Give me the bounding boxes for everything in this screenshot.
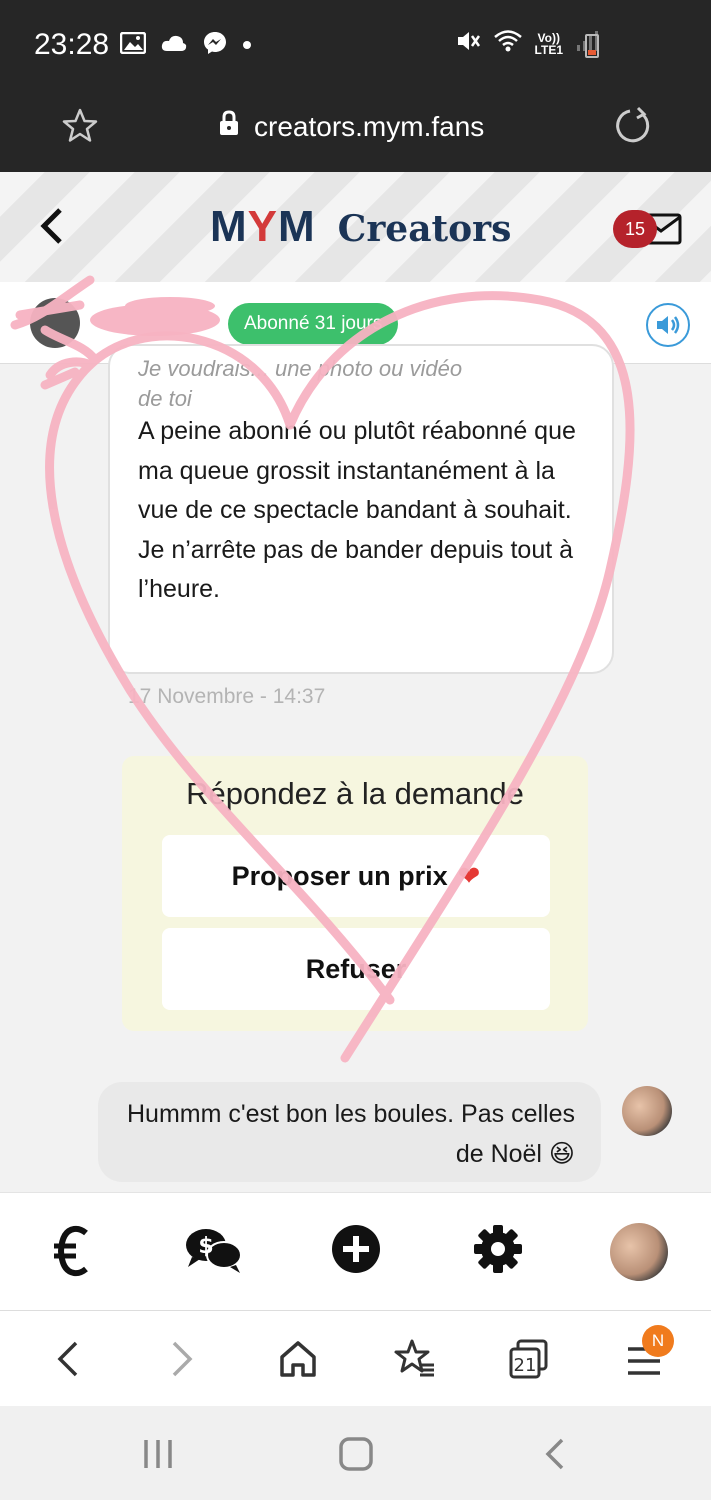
system-back-icon[interactable] <box>540 1434 570 1479</box>
sound-icon[interactable] <box>645 302 691 353</box>
incoming-message-bubble: Je voudrais... une photo ou vidéo de toi… <box>108 344 614 674</box>
logo-creators: Creators <box>337 208 512 250</box>
tabs-count: 21 <box>514 1355 537 1376</box>
creator-avatar <box>622 1086 672 1136</box>
subscription-status-pill: Abonné 31 jours <box>228 303 399 345</box>
refuse-button[interactable]: Refuser <box>162 928 550 1010</box>
browser-forward-icon[interactable] <box>168 1337 198 1386</box>
tabs-icon[interactable]: 21 <box>508 1337 550 1386</box>
back-arrow-icon[interactable] <box>36 206 66 251</box>
chat-area[interactable]: Je voudrais... une photo ou vidéo de toi… <box>0 344 711 1192</box>
propose-price-button[interactable]: Proposer un prix ❤ <box>162 835 550 917</box>
request-title: Répondez à la demande <box>186 776 524 811</box>
cloud-icon <box>160 33 188 58</box>
mute-icon <box>455 28 481 59</box>
mail-count-badge[interactable]: 15 <box>613 210 657 248</box>
browser-address-bar: creators.mym.fans <box>0 92 711 172</box>
add-icon[interactable] <box>330 1223 382 1280</box>
dot-icon <box>242 37 252 55</box>
logo-mym: MYM <box>210 202 316 251</box>
incoming-message-text: A peine abonné ou plutôt réabonné que ma… <box>138 417 576 603</box>
messenger-icon <box>202 30 228 61</box>
wifi-icon <box>493 29 523 58</box>
url-text: creators.mym.fans <box>254 110 485 142</box>
outgoing-message-bubble: Hummm c'est bon les boules. Pas celles d… <box>98 1082 601 1182</box>
svg-text:$: $ <box>198 1234 213 1259</box>
battery-icon <box>585 34 599 58</box>
paid-chat-icon[interactable]: $ <box>184 1223 244 1284</box>
bookmarks-icon[interactable] <box>394 1337 436 1386</box>
euro-icon[interactable] <box>52 1223 92 1284</box>
propose-price-label: Proposer un prix <box>231 861 448 891</box>
request-response-panel: Répondez à la demande Proposer un prix ❤ … <box>122 756 588 1031</box>
lock-icon <box>218 110 240 143</box>
app-bottom-nav: $ <box>0 1192 711 1310</box>
mym-creators-logo[interactable]: MYM Creators <box>210 202 511 252</box>
outgoing-message-text: Hummm c'est bon les boules. Pas celles d… <box>126 1100 575 1168</box>
system-nav-bar <box>0 1406 711 1500</box>
home-icon[interactable] <box>278 1337 318 1386</box>
system-home-icon[interactable] <box>336 1434 376 1479</box>
status-notification-icons <box>119 30 252 61</box>
status-bar: 23:28 Vo)) LTE1 <box>0 0 711 92</box>
site-header: MYM Creators 15 <box>0 172 711 282</box>
refuse-label: Refuser <box>305 954 407 984</box>
bookmark-star-icon[interactable] <box>60 106 100 151</box>
gallery-icon <box>119 31 147 59</box>
network-label: Vo)) LTE1 <box>534 30 563 57</box>
profile-avatar[interactable] <box>610 1223 668 1281</box>
settings-icon[interactable] <box>472 1223 524 1280</box>
menu-notification-badge: N <box>642 1325 674 1357</box>
status-time: 23:28 <box>34 28 110 61</box>
recent-apps-icon[interactable] <box>140 1434 176 1479</box>
browser-toolbar: 21 N <box>0 1310 711 1406</box>
subscriber-avatar[interactable] <box>30 298 80 348</box>
request-quote-continued: de toi <box>138 386 192 411</box>
url-field[interactable]: creators.mym.fans <box>218 110 484 143</box>
heart-icon: ❤ <box>457 861 481 891</box>
status-system-icons: Vo)) LTE1 <box>455 28 601 59</box>
reload-icon[interactable] <box>612 106 652 151</box>
browser-back-icon[interactable] <box>52 1337 82 1386</box>
message-timestamp: 17 Novembre - 14:37 <box>128 685 326 708</box>
request-quote: Je voudrais... une photo ou vidéo <box>138 356 463 381</box>
